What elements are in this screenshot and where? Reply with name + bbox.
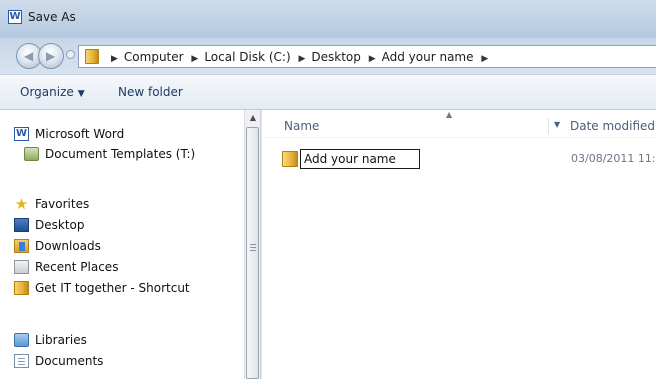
breadcrumb: ▶ Computer ▶ Local Disk (C:) ▶ Desktop ▶ Add… — [107, 50, 494, 64]
chevron-right-icon[interactable]: ▶ — [191, 54, 198, 64]
documents-icon — [14, 354, 29, 368]
navigation-pane: W Microsoft Word Document Templates (T:)… — [0, 110, 244, 379]
nav-pane-scrollbar[interactable]: ▲ — [244, 110, 261, 379]
word-icon: W — [14, 127, 29, 141]
word-app-icon: W — [8, 10, 22, 24]
desktop-icon — [14, 218, 29, 232]
scroll-up-arrow-icon[interactable]: ▲ — [245, 110, 261, 126]
chevron-right-icon[interactable]: ▶ — [111, 54, 118, 64]
star-icon: ★ — [14, 195, 29, 213]
rename-input[interactable] — [301, 150, 419, 168]
save-as-dialog: W Save As ◀ ▶ ▶ Computer ▶ Local Disk (C:)… — [0, 0, 656, 379]
grip-icon — [250, 244, 256, 251]
chevron-right-icon[interactable]: ▶ — [298, 54, 305, 64]
nav-item-label: Get IT together - Shortcut — [35, 281, 190, 295]
toolbar: Organize ▼ New folder — [0, 74, 656, 110]
nav-item-label: Document Templates (T:) — [45, 147, 196, 161]
scroll-thumb[interactable] — [246, 127, 259, 379]
nav-item-label: Favorites — [35, 197, 90, 211]
folder-shortcut-icon — [14, 281, 29, 295]
column-header-row: Name ▲ ▼ Date modified — [262, 110, 656, 138]
sort-ascending-icon: ▲ — [446, 110, 453, 119]
breadcrumb-add-your-name[interactable]: Add your name — [382, 50, 474, 64]
column-header-name[interactable]: Name — [284, 119, 319, 133]
nav-item-label: Recent Places — [35, 260, 119, 274]
breadcrumb-computer[interactable]: Computer — [124, 50, 184, 64]
back-arrow-icon: ◀ — [24, 49, 34, 63]
address-bar[interactable]: ▶ Computer ▶ Local Disk (C:) ▶ Desktop ▶ Add… — [78, 45, 656, 68]
column-filter-dropdown-icon[interactable]: ▼ — [554, 120, 560, 129]
file-date-modified: 03/08/2011 11: — [571, 152, 656, 165]
column-header-date-modified[interactable]: Date modified — [570, 119, 655, 133]
navigation-bar: ◀ ▶ ▶ Computer ▶ Local Disk (C:) ▶ Desktop … — [0, 38, 656, 74]
downloads-icon — [14, 239, 29, 253]
chevron-right-icon[interactable]: ▶ — [369, 54, 376, 64]
caret-down-icon: ▼ — [77, 89, 85, 99]
window-title: Save As — [28, 10, 76, 24]
folder-icon — [85, 49, 99, 64]
nav-item-label: Microsoft Word — [35, 127, 125, 141]
organize-label: Organize — [20, 85, 74, 99]
organize-button[interactable]: Organize ▼ — [20, 85, 85, 99]
file-list: Name ▲ ▼ Date modified 03/08/2011 11: — [261, 110, 656, 379]
recent-pages-dropdown[interactable] — [66, 50, 75, 59]
breadcrumb-local-disk[interactable]: Local Disk (C:) — [204, 50, 290, 64]
new-folder-button[interactable]: New folder — [118, 85, 183, 99]
recent-places-icon — [14, 260, 29, 274]
nav-item-label: Desktop — [35, 218, 85, 232]
rename-box[interactable] — [300, 149, 420, 169]
network-drive-icon — [24, 147, 39, 161]
forward-arrow-icon: ▶ — [46, 49, 56, 63]
libraries-icon — [14, 333, 29, 347]
nav-item-label: Documents — [35, 354, 104, 368]
column-divider[interactable] — [548, 118, 549, 134]
chevron-right-icon[interactable]: ▶ — [481, 54, 488, 64]
title-bar: W Save As — [0, 0, 656, 38]
file-row[interactable]: 03/08/2011 11: — [276, 147, 656, 171]
forward-button[interactable]: ▶ — [38, 43, 64, 69]
folder-icon — [282, 151, 298, 167]
nav-item-label: Libraries — [35, 333, 87, 347]
nav-item-label: Downloads — [35, 239, 101, 253]
breadcrumb-desktop[interactable]: Desktop — [311, 50, 361, 64]
